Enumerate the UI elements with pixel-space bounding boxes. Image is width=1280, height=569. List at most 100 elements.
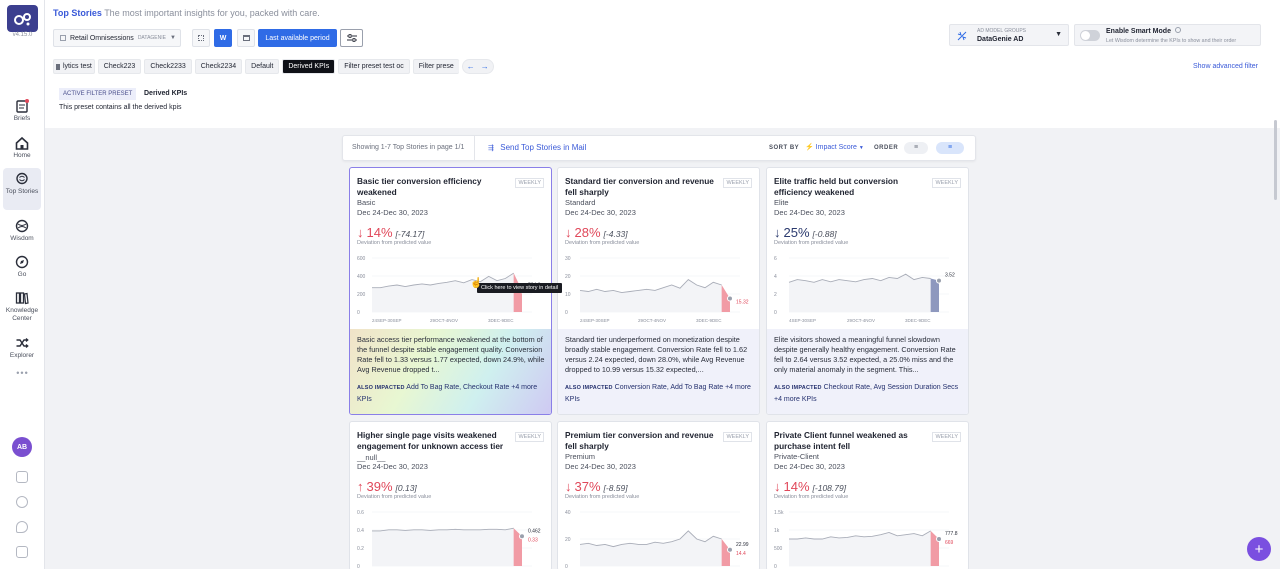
arrow-left-icon[interactable]: ← (467, 62, 475, 71)
story-date: Dec 24-Dec 30, 2023 (774, 208, 845, 217)
page-scrollbar[interactable] (1273, 0, 1278, 569)
nav-home[interactable]: Home (3, 136, 41, 164)
avatar[interactable]: AB (12, 437, 32, 457)
scrollbar-thumb[interactable] (1274, 120, 1277, 200)
model-icon (957, 31, 967, 41)
active-preset-description: This preset contains all the derived kpi… (59, 104, 182, 111)
y-tick-label: 0 (565, 564, 568, 569)
deviation-percent: 28% (574, 225, 601, 240)
preset-tab-check223[interactable]: Check223 (97, 59, 142, 74)
preset-scroll-arrows: ← → (461, 59, 494, 74)
story-summary: Standard tier underperformed on monetiza… (558, 329, 759, 414)
preset-tab-label: Check223 (103, 63, 136, 70)
show-advanced-filter-link[interactable]: Show advanced filter (1193, 63, 1258, 70)
sliders-icon (346, 34, 357, 42)
story-card[interactable]: Premium tier conversion and revenue fell… (557, 421, 760, 569)
nav-explorer-label: Explorer (9, 352, 35, 359)
document-icon[interactable] (16, 471, 28, 483)
granularity-label: W (219, 34, 227, 42)
y-tick-label: 0.6 (357, 510, 364, 516)
deviation-percent: 37% (574, 479, 601, 494)
story-chart[interactable]: 1.5k 1k 500 0 777.8 669 (769, 506, 968, 569)
calendar-button[interactable] (237, 29, 255, 47)
bookmark-button[interactable]: lytics test (53, 59, 95, 74)
sort-select[interactable]: ⚡ Impact Score ▼ (805, 143, 864, 151)
y-tick-label: 0 (357, 564, 360, 569)
story-card[interactable]: Elite traffic held but conversion effici… (766, 167, 969, 415)
view-grid-button[interactable] (192, 29, 210, 47)
app-root: v4.15.0 Briefs Home Top Stories Wisdom G… (0, 0, 1280, 569)
deviation-label: Deviation from predicted value (774, 494, 849, 500)
preset-tab-label: Default (251, 63, 274, 70)
nav-wisdom[interactable]: Wisdom (3, 219, 41, 247)
story-metric: ↓ 14% [-74.17] (357, 225, 424, 240)
y-tick-label: 6 (774, 256, 777, 262)
send-mail-button[interactable]: ⇶ Send Top Stories in Mail (488, 143, 586, 152)
app-logo[interactable] (7, 5, 38, 32)
nav-more-dots[interactable]: ••• (0, 368, 45, 378)
frequency-badge: WEEKLY (932, 178, 961, 188)
page-subtitle: The most important insights for you, pac… (104, 8, 320, 18)
story-tooltip: Click here to view story in detail (477, 283, 563, 293)
nav-go-label: Go (17, 271, 27, 278)
story-segment: __null__ (357, 453, 386, 462)
y-tick-label: 200 (357, 292, 366, 298)
story-segment: Standard (565, 198, 596, 207)
story-metric: ↓ 25% [-0.88] (774, 225, 837, 240)
info-icon[interactable] (1174, 27, 1181, 33)
last-point (727, 546, 733, 553)
story-card[interactable]: Private Client funnel weakened as purcha… (766, 421, 969, 569)
arrow-right-icon[interactable]: → (481, 62, 489, 71)
nav-go[interactable]: Go (3, 255, 41, 283)
actual-value-label: 669 (945, 540, 954, 546)
add-fab-button[interactable]: + (1247, 537, 1271, 561)
preset-tab-check2234[interactable]: Check2234 (194, 59, 243, 74)
nav-knowledge-center[interactable]: Knowledge Center (3, 291, 41, 325)
story-chart[interactable]: 0.6 0.4 0.2 0 0.462 0.33 (352, 506, 551, 569)
dataset-select[interactable]: Retail Omnisessions DATAGENIE ▼ (53, 29, 181, 47)
expected-band (372, 528, 522, 566)
y-tick-label: 4 (774, 274, 777, 280)
grid-icon (60, 35, 66, 41)
story-title: Basic tier conversion efficiency weakene… (357, 176, 482, 197)
also-impacted[interactable]: ALSO IMPACTED Checkout Rate, Avg Session… (774, 382, 963, 406)
sort-by-label: SORT BY (769, 145, 800, 151)
preset-tab-check2233[interactable]: Check2233 (144, 59, 192, 74)
also-impacted[interactable]: ALSO IMPACTED Conversion Rate, Add To Ba… (565, 382, 754, 406)
dataset-tag: DATAGENIE (137, 35, 166, 41)
nav-top-stories[interactable]: Top Stories (3, 168, 41, 210)
preset-tab-derived-kpis[interactable]: Derived KPIs (282, 59, 336, 74)
story-chart[interactable]: 30 20 10 0 24SEP-30SEP 29OCT-4NOV 3DEC-9DEC 15.… (560, 252, 759, 324)
y-tick-label: 1.5k (774, 510, 784, 516)
preset-tab-filter-preset[interactable]: Filter prese (412, 59, 459, 74)
nav-home-label: Home (13, 152, 31, 159)
preset-tab-default[interactable]: Default (245, 59, 280, 74)
summary-text: Basic access tier performance weakened a… (357, 335, 545, 374)
settings-icon[interactable] (16, 496, 28, 508)
expand-icon[interactable] (16, 546, 28, 558)
also-impacted[interactable]: ALSO IMPACTED Add To Bag Rate, Checkout … (357, 382, 546, 406)
arrow-down-icon: ↓ (774, 225, 781, 240)
period-button[interactable]: Last available period (258, 29, 337, 47)
preset-tab-label: Check2233 (150, 63, 186, 70)
logo-icon (13, 12, 31, 25)
model-group-select[interactable]: AD MODEL GROUPS DataGenie AD ▼ (949, 24, 1069, 46)
nav-briefs[interactable]: Briefs (3, 99, 41, 127)
story-card[interactable]: Standard tier conversion and revenue fel… (557, 167, 760, 415)
story-chart[interactable]: 6 4 2 0 4SEP-30SEP 29OCT-4NOV 3DEC-9DEC 3.52 (769, 252, 968, 324)
preset-tab-label: Check2234 (200, 63, 237, 70)
story-card[interactable]: Higher single page visits weakened engag… (349, 421, 552, 569)
chat-icon[interactable] (16, 521, 28, 533)
story-chart[interactable]: 40 20 0 22.99 14.4 (560, 506, 759, 569)
deviation-label: Deviation from predicted value (357, 240, 432, 246)
y-tick-label: 30 (565, 256, 571, 262)
smart-mode-toggle[interactable] (1080, 30, 1100, 41)
nav-explorer[interactable]: Explorer (3, 336, 41, 364)
model-groups-label: AD MODEL GROUPS (977, 28, 1026, 34)
period-label: Last available period (265, 34, 330, 42)
order-desc-button[interactable]: ≡ (936, 142, 964, 154)
granularity-week-button[interactable]: W (214, 29, 232, 47)
filter-settings-button[interactable] (340, 29, 363, 47)
order-asc-button[interactable]: ≡ (904, 142, 928, 154)
preset-tab-filter-preset-test[interactable]: Filter preset test oc (338, 59, 410, 74)
